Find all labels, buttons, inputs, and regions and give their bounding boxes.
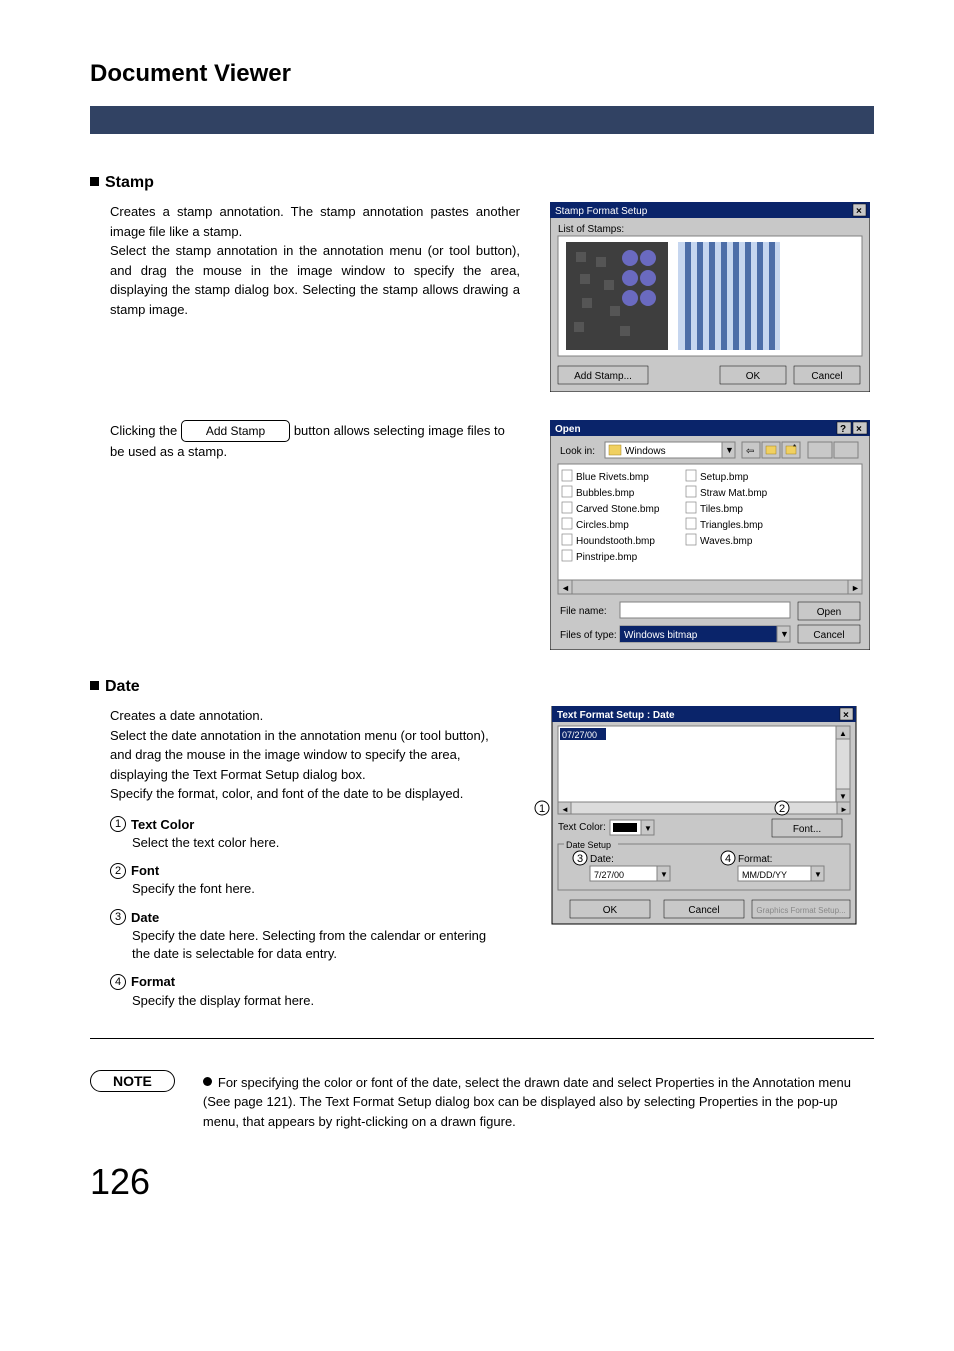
date-label: Date: (590, 854, 614, 865)
circled-4: 4 (110, 974, 126, 990)
open-cancel-button[interactable]: Cancel (813, 630, 844, 641)
date-ok-button[interactable]: OK (603, 905, 618, 916)
svg-text:◄: ◄ (561, 583, 570, 593)
format-select[interactable]: MM/DD/YY (742, 870, 787, 880)
svg-text:▼: ▼ (725, 445, 734, 455)
bullet-square (90, 177, 99, 186)
note-text: For specifying the color or font of the … (203, 1075, 851, 1129)
click-prefix: Clicking the (110, 423, 177, 438)
date-para1: Creates a date annotation. (110, 706, 504, 726)
open-dialog-title: Open (555, 424, 581, 435)
filetype-select[interactable]: Windows bitmap (624, 630, 698, 641)
svg-text:▲: ▲ (839, 729, 847, 738)
bullet-square (90, 681, 99, 690)
svg-text:Carved Stone.bmp: Carved Stone.bmp (576, 504, 660, 515)
prop-desc: Select the text color here. (132, 834, 504, 852)
date-group-label: Date Setup (566, 840, 611, 850)
section-stamp: Stamp Creates a stamp annotation. The st… (90, 174, 874, 650)
callout-3: 3 (577, 853, 583, 865)
toolbar-icons[interactable]: ⇦ * (742, 442, 858, 458)
svg-text:Triangles.bmp: Triangles.bmp (700, 520, 763, 531)
callout-1: 1 (539, 803, 545, 815)
svg-text:⇦: ⇦ (746, 446, 754, 457)
circled-3: 3 (110, 909, 126, 925)
svg-text:▼: ▼ (780, 629, 789, 639)
svg-text:Setup.bmp: Setup.bmp (700, 472, 749, 483)
textcolor-label: Text Color: (558, 822, 606, 833)
svg-text:Straw Mat.bmp: Straw Mat.bmp (700, 488, 768, 499)
filename-input[interactable] (620, 602, 790, 618)
svg-text:Tiles.bmp: Tiles.bmp (700, 504, 743, 515)
format-label: Format: (738, 854, 772, 865)
stamp-cancel-button[interactable]: Cancel (811, 371, 842, 382)
date-para3: Specify the format, color, and font of t… (110, 784, 504, 804)
circled-2: 2 (110, 863, 126, 879)
filetype-label: Files of type: (560, 630, 617, 641)
dialog-title: Stamp Format Setup (555, 206, 648, 217)
header-bar (90, 106, 874, 134)
add-stamp-button[interactable]: Add Stamp... (574, 371, 632, 382)
callout-4: 4 (725, 853, 731, 865)
date-dialog-title: Text Format Setup : Date (557, 710, 675, 721)
page-number: 126 (90, 1161, 874, 1203)
section-heading: Stamp (105, 174, 154, 191)
folder-icon (609, 445, 621, 455)
stamp-para1: Creates a stamp annotation. The stamp an… (110, 202, 520, 241)
font-button[interactable]: Font... (793, 824, 821, 835)
note-block: NOTE For specifying the color or font of… (90, 1073, 874, 1132)
open-close-icon[interactable]: × (856, 424, 862, 435)
stamp-para2: Select the stamp annotation in the annot… (110, 241, 520, 319)
svg-text:◄: ◄ (561, 805, 569, 814)
stamp-dialog: Stamp Format Setup × List of Stamps: (550, 202, 870, 392)
svg-text:Houndstooth.bmp: Houndstooth.bmp (576, 536, 655, 547)
lookin-value[interactable]: Windows (625, 446, 666, 457)
date-input[interactable]: 7/27/00 (594, 870, 624, 880)
svg-text:Blue Rivets.bmp: Blue Rivets.bmp (576, 472, 649, 483)
svg-text:Waves.bmp: Waves.bmp (700, 536, 753, 547)
section-date: Date Creates a date annotation. Select t… (90, 678, 874, 1010)
svg-text:►: ► (851, 583, 860, 593)
open-open-button[interactable]: Open (817, 607, 841, 618)
prop-desc: Specify the display format here. (132, 992, 504, 1010)
svg-text:▼: ▼ (660, 870, 668, 879)
svg-text:▼: ▼ (814, 870, 822, 879)
prop-label: Text Color (131, 816, 194, 831)
date-para2: Select the date annotation in the annota… (110, 726, 504, 785)
prop-desc: Specify the font here. (132, 880, 504, 898)
help-icon[interactable]: ? (840, 424, 846, 435)
prop-label: Format (131, 974, 175, 989)
prop-desc: Specify the date here. Selecting from th… (132, 927, 504, 963)
prop-label: Date (131, 909, 159, 924)
svg-text:▼: ▼ (644, 824, 652, 833)
stamp-ok-button[interactable]: OK (746, 371, 761, 382)
svg-text:Pinstripe.bmp: Pinstripe.bmp (576, 552, 638, 563)
divider (90, 1038, 874, 1039)
callout-2: 2 (779, 803, 785, 815)
lookin-label: Look in: (560, 446, 595, 457)
add-stamp-inline-button: Add Stamp (181, 420, 290, 442)
date-preview: 07/27/00 (562, 730, 597, 740)
close-icon[interactable]: × (856, 206, 862, 217)
open-dialog: Open ? × Look in: Windows ▼ ⇦ * (550, 420, 870, 650)
date-dialog: Text Format Setup : Date × 07/27/00 ▲ ▼ … (534, 706, 874, 936)
section-heading: Date (105, 678, 140, 695)
bullet-icon (203, 1077, 212, 1086)
svg-text:►: ► (840, 805, 848, 814)
page-title: Document Viewer (90, 60, 874, 88)
graphics-format-button: Graphics Format Setup... (756, 906, 845, 915)
filename-label: File name: (560, 606, 607, 617)
svg-text:*: * (793, 443, 796, 452)
svg-text:▼: ▼ (839, 792, 847, 801)
stamp-list-label: List of Stamps: (558, 224, 624, 235)
date-cancel-button[interactable]: Cancel (688, 905, 719, 916)
prop-label: Font (131, 863, 159, 878)
svg-text:Bubbles.bmp: Bubbles.bmp (576, 488, 635, 499)
note-label: NOTE (90, 1070, 175, 1092)
circled-1: 1 (110, 816, 126, 832)
date-close-icon[interactable]: × (843, 710, 849, 721)
svg-text:Circles.bmp: Circles.bmp (576, 520, 629, 531)
